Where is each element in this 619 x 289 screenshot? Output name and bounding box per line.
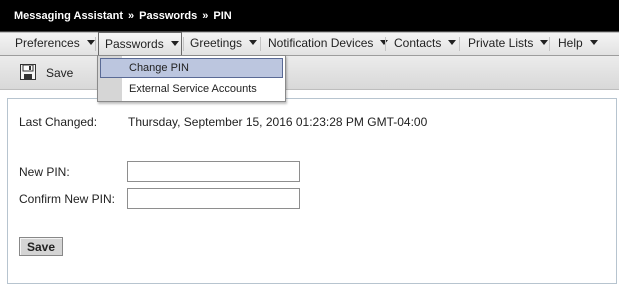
menu-bar: Preferences Passwords Greetings Notifica… bbox=[0, 32, 619, 56]
menu-divider bbox=[260, 37, 261, 51]
breadcrumb-separator: » bbox=[202, 10, 209, 22]
menu-label: Passwords bbox=[105, 37, 164, 51]
confirm-pin-label: Confirm New PIN: bbox=[19, 192, 116, 206]
chevron-down-icon bbox=[170, 41, 179, 47]
menu-notification-devices[interactable]: Notification Devices bbox=[262, 33, 389, 55]
passwords-dropdown-menu: Change PIN External Service Accounts bbox=[97, 55, 286, 102]
menu-divider bbox=[459, 37, 460, 51]
new-pin-label: New PIN: bbox=[19, 165, 70, 179]
breadcrumb-messaging-assistant[interactable]: Messaging Assistant bbox=[14, 10, 123, 22]
last-changed-value: Thursday, September 15, 2016 01:23:28 PM… bbox=[128, 115, 428, 129]
breadcrumb-passwords[interactable]: Passwords bbox=[139, 10, 197, 22]
menu-divider bbox=[95, 37, 96, 51]
menu-label: Contacts bbox=[394, 36, 442, 50]
last-changed-label: Last Changed: bbox=[19, 115, 98, 129]
menu-help[interactable]: Help bbox=[552, 33, 598, 55]
chevron-down-icon bbox=[249, 40, 258, 46]
chevron-down-icon bbox=[540, 40, 549, 46]
breadcrumb: Messaging Assistant » Passwords » PIN bbox=[14, 10, 232, 22]
save-button[interactable]: Save bbox=[19, 237, 63, 256]
menu-label: Greetings bbox=[190, 36, 243, 50]
menu-divider bbox=[385, 37, 386, 51]
chevron-down-icon bbox=[589, 40, 598, 46]
floppy-disk-icon bbox=[20, 64, 36, 80]
menu-private-lists[interactable]: Private Lists bbox=[462, 33, 549, 55]
chevron-down-icon bbox=[448, 40, 457, 46]
menu-item-external-service-accounts[interactable]: External Service Accounts bbox=[100, 80, 283, 100]
menu-item-change-pin[interactable]: Change PIN bbox=[100, 58, 283, 78]
menu-passwords[interactable]: Passwords bbox=[98, 32, 182, 56]
toolbar-save-label: Save bbox=[46, 66, 74, 80]
menu-preferences[interactable]: Preferences bbox=[9, 33, 95, 55]
breadcrumb-separator: » bbox=[128, 10, 135, 22]
new-pin-input[interactable] bbox=[127, 161, 300, 182]
menu-label: Preferences bbox=[15, 36, 80, 50]
menu-label: Notification Devices bbox=[268, 36, 374, 50]
menu-greetings[interactable]: Greetings bbox=[184, 33, 258, 55]
pin-form-panel: Last Changed: Thursday, September 15, 20… bbox=[7, 98, 617, 284]
menu-label: Private Lists bbox=[468, 36, 534, 50]
toolbar: Save bbox=[0, 56, 619, 90]
confirm-pin-input[interactable] bbox=[127, 188, 300, 209]
menu-divider bbox=[549, 37, 550, 51]
chevron-down-icon bbox=[86, 40, 95, 46]
menu-label: Help bbox=[558, 36, 583, 50]
menu-contacts[interactable]: Contacts bbox=[388, 33, 457, 55]
title-bar: Messaging Assistant » Passwords » PIN bbox=[0, 0, 619, 32]
breadcrumb-pin: PIN bbox=[213, 10, 232, 22]
